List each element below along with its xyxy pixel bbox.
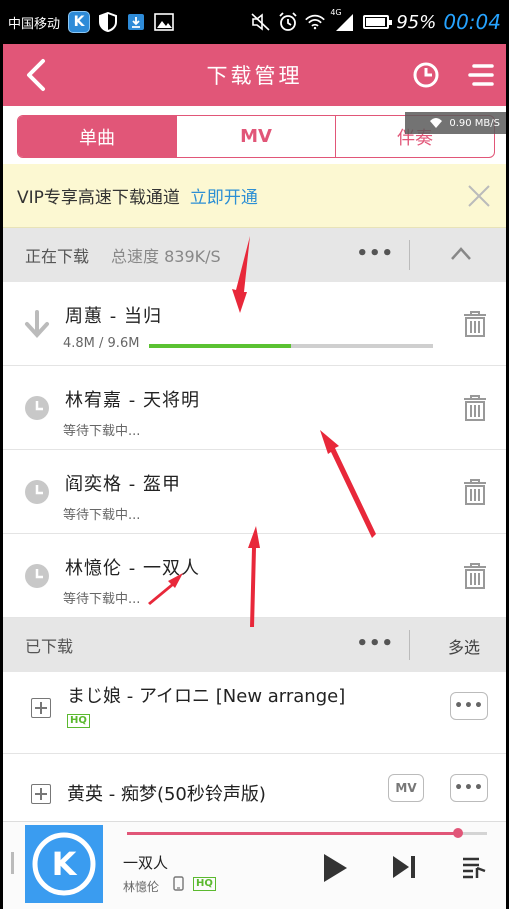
mini-player[interactable]: K 一双人 林憶伦 HQ	[3, 821, 506, 909]
song-title: 林宥嘉 - 天将明	[65, 390, 200, 411]
close-icon[interactable]	[466, 183, 492, 209]
shield-icon	[98, 12, 118, 32]
add-to-playlist-icon[interactable]	[31, 784, 51, 804]
downloaded-section-title: 已下载	[25, 637, 74, 656]
network-speed-badge: 0.90 MB/S	[405, 112, 506, 134]
now-playing-title: 一双人	[123, 854, 169, 872]
mv-button[interactable]: MV	[388, 774, 424, 802]
download-progress-bar	[149, 344, 433, 348]
mute-icon	[251, 12, 271, 32]
trash-icon[interactable]	[462, 562, 488, 590]
status-bar: 中国移动 K 4G 95% 00:04	[0, 0, 509, 44]
vip-banner-text: VIP专享高速下载通道	[17, 188, 180, 208]
chevron-up-icon[interactable]	[450, 244, 472, 262]
downloaded-section-header: 已下载 ••• 多选	[3, 618, 506, 672]
download-status: 等待下载中...	[63, 424, 141, 439]
more-options-button[interactable]: •••	[450, 774, 488, 802]
tab-bar: 单曲 MV 伴奏 0.90 MB/S	[3, 106, 506, 164]
download-item[interactable]: 林憶伦 - 一双人 等待下载中...	[3, 534, 506, 618]
wifi-icon	[430, 118, 443, 128]
wifi-icon	[305, 12, 326, 32]
add-to-playlist-icon[interactable]	[31, 698, 51, 718]
vip-banner: VIP专享高速下载通道 立即开通	[3, 164, 506, 228]
cover-letter: K	[52, 845, 78, 883]
trash-icon[interactable]	[462, 478, 488, 506]
download-size: 4.8M / 9.6M	[63, 336, 140, 351]
seek-knob[interactable]	[453, 828, 464, 838]
now-playing-artist: 林憶伦	[123, 880, 160, 894]
kugou-logo-icon: K	[32, 832, 96, 896]
drag-handle[interactable]	[11, 852, 14, 874]
kugou-app-icon: K	[68, 11, 91, 33]
more-options-icon[interactable]: •••	[356, 633, 394, 654]
divider	[409, 240, 410, 270]
downloaded-item[interactable]: まじ娘 - アイロニ [New arrange] HQ •••	[3, 672, 506, 754]
title-bar: 下载管理	[3, 44, 506, 106]
song-title: まじ娘 - アイロニ [New arrange]	[67, 686, 346, 707]
tab-single[interactable]: 单曲	[18, 116, 177, 157]
album-cover[interactable]: K	[25, 825, 103, 903]
clock-pending-icon	[25, 564, 49, 588]
seek-bar[interactable]	[127, 828, 487, 838]
phone-icon	[173, 876, 184, 891]
hq-badge: HQ	[193, 877, 216, 891]
playlist-icon[interactable]	[461, 856, 487, 880]
history-clock-icon[interactable]	[412, 61, 440, 89]
clock-time: 00:04	[443, 10, 501, 34]
clock-pending-icon	[25, 396, 49, 420]
menu-icon[interactable]	[468, 63, 494, 87]
clock-pending-icon	[25, 480, 49, 504]
battery-percent: 95%	[396, 11, 437, 33]
download-status: 等待下载中...	[63, 592, 141, 607]
tab-mv[interactable]: MV	[177, 116, 336, 157]
image-notification-icon	[154, 12, 174, 32]
divider	[409, 630, 410, 660]
alarm-icon	[278, 12, 298, 32]
downloading-section-title: 正在下载	[25, 247, 90, 266]
play-icon[interactable]	[321, 852, 349, 884]
network-speed-value: 0.90 MB/S	[449, 117, 500, 129]
next-track-icon[interactable]	[391, 854, 417, 880]
song-title: 周蕙 - 当归	[65, 306, 162, 327]
download-item[interactable]: 阎奕格 - 盔甲 等待下载中...	[3, 450, 506, 534]
song-title: 黄英 - 痴梦(50秒铃声版)	[67, 784, 266, 805]
battery-icon	[363, 15, 393, 29]
download-item[interactable]: 林宥嘉 - 天将明 等待下载中...	[3, 366, 506, 450]
download-manager-screen: 下载管理 单曲 MV 伴奏 0.90 MB/S VIP专享高速下载通道 立即开通…	[3, 44, 506, 909]
trash-icon[interactable]	[462, 394, 488, 422]
total-speed: 总速度 839K/S	[111, 247, 221, 266]
download-arrow-icon	[25, 310, 49, 338]
trash-icon[interactable]	[462, 310, 488, 338]
vip-activate-link[interactable]: 立即开通	[190, 183, 258, 208]
network-type-label: 4G	[330, 8, 342, 17]
cellular-signal-icon: 4G	[330, 8, 356, 32]
hq-badge: HQ	[67, 714, 90, 728]
more-options-icon[interactable]: •••	[356, 243, 394, 264]
song-title: 林憶伦 - 一双人	[65, 558, 200, 579]
downloading-section-header: 正在下载 总速度 839K/S •••	[3, 228, 506, 282]
song-title: 阎奕格 - 盔甲	[65, 474, 181, 495]
download-notification-icon	[126, 12, 146, 32]
download-item[interactable]: 周蕙 - 当归 4.8M / 9.6M	[3, 282, 506, 366]
carrier-label: 中国移动	[8, 16, 61, 32]
multi-select-button[interactable]: 多选	[448, 634, 480, 658]
download-status: 等待下载中...	[63, 508, 141, 523]
more-options-button[interactable]: •••	[450, 692, 488, 720]
